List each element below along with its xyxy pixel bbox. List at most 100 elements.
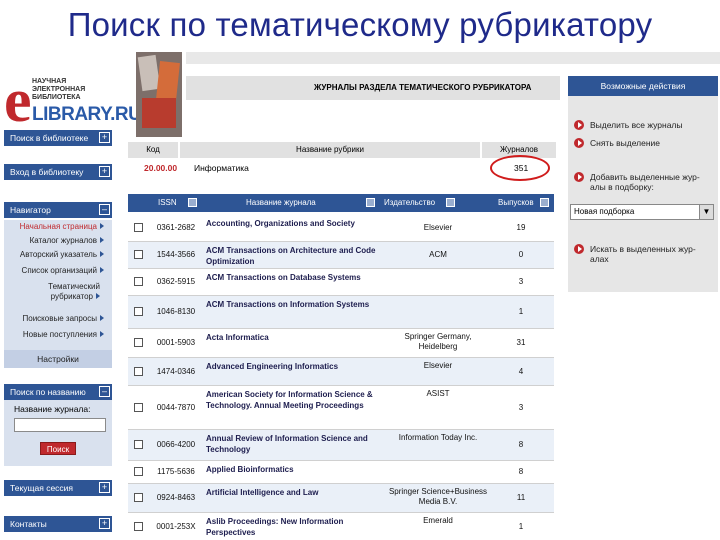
journal-table-header: ISSN Название журнала Издательство Выпус…	[128, 194, 554, 212]
arrow-icon	[100, 237, 104, 243]
journal-name-link[interactable]: Advanced Engineering Informatics	[206, 361, 386, 372]
journal-name-link[interactable]: Acta Informatica	[206, 332, 386, 343]
journal-publisher: Emerald	[423, 516, 453, 525]
collapse-icon[interactable]: –	[99, 386, 110, 397]
journal-row[interactable]: 1544-3566 ACM Transactions on Architectur…	[128, 242, 554, 268]
rubric-code-header: Код	[128, 142, 178, 158]
journal-name-link[interactable]: ACM Transactions on Database Systems	[206, 272, 386, 283]
search-button[interactable]: Поиск	[40, 442, 76, 455]
journal-publisher: Information Today Inc.	[398, 433, 478, 442]
journal-issues: 1	[518, 307, 524, 316]
journal-name-link[interactable]: ACM Transactions on Architecture and Cod…	[206, 245, 386, 267]
sort-icon[interactable]	[446, 198, 455, 207]
library-login-button[interactable]: Вход в библиотеку +	[4, 164, 112, 180]
current-session-label: Текущая сессия	[10, 483, 74, 493]
issues-header[interactable]: Выпусков	[498, 194, 534, 212]
actions-title: Возможные действия	[568, 76, 718, 96]
journal-name-link[interactable]: American Society for Information Science…	[206, 389, 386, 411]
arrow-icon	[574, 244, 584, 254]
row-checkbox[interactable]	[134, 467, 143, 476]
nav-item-new[interactable]: Новые поступления	[4, 330, 104, 340]
rubric-name-header: Название рубрики	[180, 142, 480, 158]
arrow-icon	[100, 223, 104, 229]
row-checkbox[interactable]	[134, 338, 143, 347]
journal-row[interactable]: 1175-5636 Applied Bioinformatics 8	[128, 461, 554, 483]
journal-row[interactable]: 1474-0346 Advanced Engineering Informatic…	[128, 358, 554, 385]
row-checkbox[interactable]	[134, 440, 143, 449]
settings-button[interactable]: Настройки	[4, 350, 112, 368]
navigator-header[interactable]: Навигатор –	[4, 202, 112, 218]
contacts-label: Контакты	[10, 519, 47, 529]
journal-issues: 19	[516, 223, 526, 232]
nav-item-home[interactable]: Начальная страница	[4, 222, 104, 232]
journal-issn: 0924-8463	[156, 493, 196, 502]
journal-name-header[interactable]: Название журнала	[246, 194, 316, 212]
rubric-name[interactable]: Информатика	[194, 160, 249, 176]
expand-icon[interactable]: +	[99, 132, 110, 143]
expand-icon[interactable]: +	[99, 482, 110, 493]
collection-select-value: Новая подборка	[574, 207, 635, 216]
journal-name-link[interactable]: Artificial Intelligence and Law	[206, 487, 386, 498]
arrow-icon	[574, 138, 584, 148]
journal-issues: 31	[516, 338, 526, 347]
library-login-label: Вход в библиотеку	[10, 167, 84, 177]
journal-publisher: Elsevier	[423, 223, 453, 232]
journal-name-input[interactable]	[14, 418, 106, 432]
row-checkbox[interactable]	[134, 250, 143, 259]
collection-select[interactable]: Новая подборка ▼	[570, 204, 714, 220]
journal-name-link[interactable]: ACM Transactions on Information Systems	[206, 299, 386, 310]
row-checkbox[interactable]	[134, 403, 143, 412]
elibrary-screenshot: e НАУЧНАЯ ЭЛЕКТРОННАЯ БИБЛИОТЕКА LIBRARY…	[0, 52, 720, 540]
journal-row[interactable]: 1046-8130 ACM Transactions on Information…	[128, 296, 554, 328]
journal-issues: 3	[518, 403, 524, 412]
nav-item-catalog[interactable]: Каталог журналов	[4, 236, 104, 246]
row-checkbox[interactable]	[134, 493, 143, 502]
journal-name-link[interactable]: Accounting, Organizations and Society	[206, 218, 386, 229]
title-search-panel: Название журнала: Поиск	[4, 400, 112, 466]
nav-item-queries[interactable]: Поисковые запросы	[4, 314, 104, 324]
expand-icon[interactable]: +	[99, 518, 110, 529]
sort-icon[interactable]	[366, 198, 375, 207]
nav-item-rubricator[interactable]: Тематический рубрикатор	[4, 282, 100, 302]
navigator-panel: Начальная страница Каталог журналов Авто…	[4, 220, 112, 368]
journal-row[interactable]: 0001-253X Aslib Proceedings: New Informat…	[128, 513, 554, 540]
journal-issn: 0001-253X	[156, 522, 196, 531]
journal-name-link[interactable]: Applied Bioinformatics	[206, 464, 386, 475]
journal-issues: 4	[518, 367, 524, 376]
row-checkbox[interactable]	[134, 277, 143, 286]
journal-row[interactable]: 0066-4200 Annual Review of Information Sc…	[128, 430, 554, 460]
actions-panel: Возможные действия Выделить все журналы …	[568, 76, 718, 292]
collapse-icon[interactable]: –	[99, 204, 110, 215]
sort-icon[interactable]	[188, 198, 197, 207]
arrow-icon	[100, 267, 104, 273]
journal-row[interactable]: 0362-5915 ACM Transactions on Database Sy…	[128, 269, 554, 295]
title-search-header[interactable]: Поиск по названию –	[4, 384, 112, 400]
current-session-button[interactable]: Текущая сессия +	[4, 480, 112, 496]
row-checkbox[interactable]	[134, 307, 143, 316]
nav-item-organizations[interactable]: Список организаций	[4, 266, 104, 276]
journal-name-link[interactable]: Annual Review of Information Science and…	[206, 433, 386, 455]
row-checkbox[interactable]	[134, 367, 143, 376]
chevron-down-icon[interactable]: ▼	[699, 205, 713, 219]
navigator-label: Навигатор	[10, 205, 51, 215]
nav-item-authors[interactable]: Авторский указатель	[4, 250, 104, 260]
row-checkbox[interactable]	[134, 223, 143, 232]
contacts-button[interactable]: Контакты +	[4, 516, 112, 532]
elibrary-logo[interactable]: e НАУЧНАЯ ЭЛЕКТРОННАЯ БИБЛИОТЕКА LIBRARY…	[4, 70, 142, 132]
arrow-icon	[96, 293, 100, 299]
row-checkbox[interactable]	[134, 522, 143, 531]
journal-issues: 1	[518, 522, 524, 531]
publisher-header[interactable]: Издательство	[384, 194, 435, 212]
sort-icon[interactable]	[540, 198, 549, 207]
expand-icon[interactable]: +	[99, 166, 110, 177]
journal-row[interactable]: 0361-2682 Accounting, Organizations and S…	[128, 215, 554, 241]
journal-issn: 1175-5636	[157, 467, 195, 476]
journal-row[interactable]: 0001-5903 Acta Informatica Springer German…	[128, 329, 554, 357]
logo-main-text: LIBRARY.RU	[32, 104, 142, 125]
journal-name-link[interactable]: Aslib Proceedings: New Information Persp…	[206, 516, 386, 538]
journal-issues: 0	[518, 250, 524, 259]
journal-row[interactable]: 0044-7870 American Society for Informatio…	[128, 386, 554, 429]
journal-row[interactable]: 0924-8463 Artificial Intelligence and Law…	[128, 484, 554, 512]
library-search-button[interactable]: Поиск в библиотеке +	[4, 130, 112, 146]
issn-header[interactable]: ISSN	[158, 194, 177, 212]
